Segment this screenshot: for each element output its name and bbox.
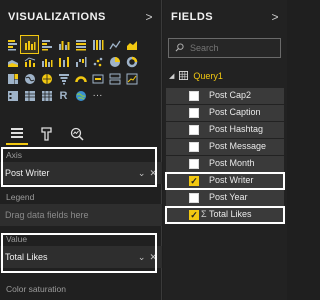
field-checkbox[interactable] [189, 125, 199, 135]
stacked-column-icon[interactable] [20, 35, 39, 54]
100-column-icon[interactable] [89, 36, 106, 53]
scatter-icon[interactable] [89, 53, 106, 70]
area-chart-icon[interactable] [123, 36, 140, 53]
field-post-year[interactable]: Post Year [166, 190, 284, 206]
collapse-fields-chevron-icon[interactable]: > [271, 10, 279, 24]
field-label: Post Caption [209, 107, 261, 117]
format-tab-icon[interactable] [36, 123, 58, 145]
field-checkbox[interactable] [189, 159, 199, 169]
visual-icon-grid: R ··· [4, 35, 156, 104]
stacked-bar-icon[interactable] [4, 36, 21, 53]
analytics-tab-icon[interactable] [66, 123, 88, 145]
ribbon-icon[interactable] [55, 53, 72, 70]
treemap-icon[interactable] [4, 70, 21, 87]
fields-search-input[interactable] [190, 43, 270, 53]
field-checkbox[interactable] [189, 193, 199, 203]
donut-icon[interactable] [123, 53, 140, 70]
legend-well-label: Legend [6, 192, 35, 202]
field-checkbox-checked[interactable]: ✓ [189, 176, 199, 186]
field-label: Post Writer [209, 175, 254, 185]
visualizations-panel: VISUALIZATIONS > R ··· Axis Post Writer … [0, 0, 162, 300]
filled-map-icon[interactable] [38, 70, 55, 87]
axis-highlight-frame [1, 147, 157, 187]
expand-triangle-icon[interactable]: ◢ [169, 72, 174, 80]
stacked-area-icon[interactable] [4, 53, 21, 70]
100-bar-icon[interactable] [72, 36, 89, 53]
field-checkbox-checked[interactable]: ✓ [189, 210, 199, 220]
slicer-icon[interactable] [4, 87, 21, 104]
card-icon[interactable] [89, 70, 106, 87]
field-label: Post Cap2 [209, 90, 252, 100]
line-column-icon[interactable] [21, 53, 38, 70]
field-label: Post Message [209, 141, 267, 151]
table-name: Query1 [193, 71, 223, 81]
table-query1[interactable]: ◢ Query1 [166, 68, 284, 84]
fields-tree: ◢ Query1 Post Cap2 Post Caption Post Has… [165, 68, 285, 224]
field-label: Post Hashtag [209, 124, 264, 134]
visualization-tool-tabs [0, 120, 162, 148]
table-icon[interactable] [21, 87, 38, 104]
funnel-icon[interactable] [55, 70, 72, 87]
line-clustered-column-icon[interactable] [38, 53, 55, 70]
field-checkbox[interactable] [189, 142, 199, 152]
search-icon [175, 42, 184, 54]
field-label: Total Likes [209, 209, 252, 219]
waterfall-icon[interactable] [72, 53, 89, 70]
visualizations-header: VISUALIZATIONS > [0, 0, 161, 34]
r-visual-icon[interactable]: R [55, 87, 72, 104]
field-label: Post Month [209, 158, 255, 168]
field-post-caption[interactable]: Post Caption [166, 105, 284, 121]
fields-header: FIELDS > [163, 0, 287, 34]
field-checkbox[interactable] [189, 108, 199, 118]
pie-icon[interactable] [106, 53, 123, 70]
line-chart-icon[interactable] [106, 36, 123, 53]
multirow-card-icon[interactable] [106, 70, 123, 87]
matrix-icon[interactable] [38, 87, 55, 104]
kpi-icon[interactable] [123, 70, 140, 87]
clustered-column-icon[interactable] [55, 36, 72, 53]
field-post-message[interactable]: Post Message [166, 139, 284, 155]
gauge-icon[interactable] [72, 70, 89, 87]
visualizations-title: VISUALIZATIONS [8, 11, 106, 23]
field-post-cap2[interactable]: Post Cap2 [166, 88, 284, 104]
field-post-writer[interactable]: ✓ Post Writer [165, 172, 285, 190]
fields-title: FIELDS [171, 11, 214, 23]
field-post-month[interactable]: Post Month [166, 156, 284, 172]
collapse-visualizations-chevron-icon[interactable]: > [145, 10, 153, 24]
fields-search-box[interactable] [168, 38, 281, 58]
globe-icon[interactable] [72, 87, 89, 104]
field-post-hashtag[interactable]: Post Hashtag [166, 122, 284, 138]
field-total-likes[interactable]: ✓ Σ Total Likes [165, 206, 285, 224]
sigma-icon: Σ [201, 209, 207, 219]
more-icon[interactable]: ··· [89, 87, 106, 104]
clustered-bar-icon[interactable] [38, 36, 55, 53]
fields-tab-icon[interactable] [6, 123, 28, 145]
map-icon[interactable] [21, 70, 38, 87]
field-label: Post Year [209, 192, 248, 202]
table-grid-icon [179, 70, 189, 82]
legend-well[interactable]: Drag data fields here [0, 204, 162, 226]
color-saturation-well-label: Color saturation [6, 284, 67, 294]
field-checkbox[interactable] [189, 91, 199, 101]
legend-well-placeholder: Drag data fields here [5, 210, 89, 220]
value-highlight-frame [1, 233, 157, 273]
